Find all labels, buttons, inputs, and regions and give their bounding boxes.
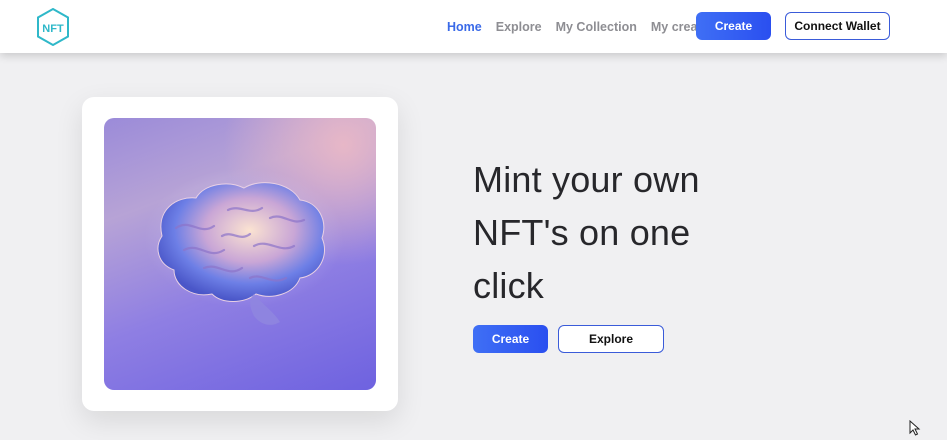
hero-title: Mint your own NFT's on one click — [473, 153, 773, 312]
nav-create-button[interactable]: Create — [696, 12, 771, 40]
mouse-pointer-icon — [909, 420, 921, 436]
nav-link-explore[interactable]: Explore — [496, 20, 542, 34]
hero-create-button[interactable]: Create — [473, 325, 548, 353]
main-nav: Home Explore My Collection My creater — [447, 0, 727, 53]
nav-link-my-collection[interactable]: My Collection — [556, 20, 637, 34]
hero-title-line-3: click — [473, 265, 544, 306]
hero-image-card — [82, 97, 398, 411]
top-navbar: NFT Home Explore My Collection My create… — [0, 0, 947, 53]
hero-title-line-1: Mint your own — [473, 159, 700, 200]
nft-logo-icon[interactable]: NFT — [36, 8, 70, 46]
brain-illustration-icon — [144, 168, 344, 325]
hero-explore-button[interactable]: Explore — [558, 325, 664, 353]
connect-wallet-button[interactable]: Connect Wallet — [785, 12, 890, 40]
nav-link-home[interactable]: Home — [447, 20, 482, 34]
hero-title-line-2: NFT's on one — [473, 212, 691, 253]
hero-image — [104, 118, 376, 390]
logo-text: NFT — [42, 23, 64, 35]
